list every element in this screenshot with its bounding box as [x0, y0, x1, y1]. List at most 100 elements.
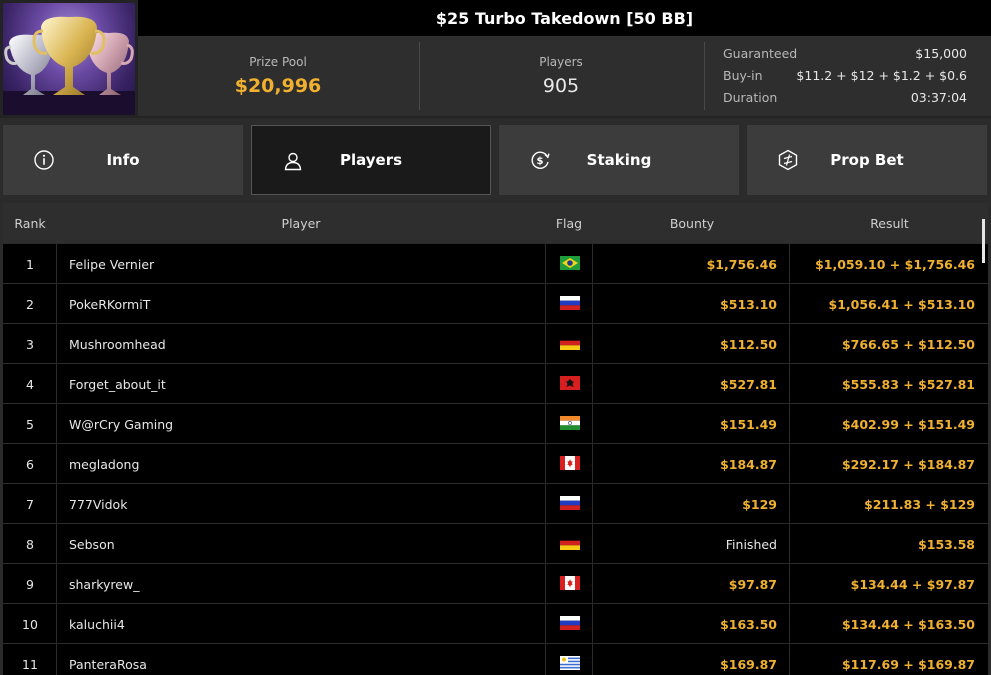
- cell-bounty: $1,756.46: [593, 244, 777, 284]
- cell-result: $402.99 + $151.49: [790, 404, 975, 444]
- cell-player[interactable]: W@rCry Gaming: [69, 404, 539, 444]
- header-bounty[interactable]: Bounty: [593, 203, 791, 243]
- cell-player[interactable]: PokeRKormiT: [69, 284, 539, 324]
- tab-staking[interactable]: $ Staking: [499, 125, 739, 195]
- tab-info-label: Info: [106, 151, 140, 169]
- bounty-value: $527.81: [720, 376, 777, 392]
- players-table: Rank Player Flag Bounty Result 1 Felipe V…: [3, 203, 988, 675]
- flag-icon: [559, 655, 580, 673]
- tab-prop-bet[interactable]: Prop Bet: [747, 125, 987, 195]
- table-row[interactable]: 2 PokeRKormiT $513.10 $1,056.41 + $513.10: [3, 283, 988, 324]
- svg-text:$: $: [537, 156, 544, 167]
- divider: [56, 444, 57, 484]
- result-value: $153.58: [918, 536, 975, 552]
- table-row[interactable]: 11 PanteraRosa $169.87 $117.69 + $169.87: [3, 643, 988, 675]
- table-row[interactable]: 7 777Vidok $129 $211.83 + $129: [3, 483, 988, 524]
- table-row[interactable]: 10 kaluchii4 $163.50 $134.44 + $163.50: [3, 603, 988, 644]
- flag-icon: [559, 575, 580, 593]
- bounty-value: $169.87: [720, 656, 777, 672]
- cell-flag: [546, 524, 593, 564]
- cell-bounty: $169.87: [593, 644, 777, 675]
- header-result[interactable]: Result: [791, 203, 988, 243]
- buy-in-value: $11.2 + $12 + $1.2 + $0.6: [796, 68, 967, 83]
- table-row[interactable]: 1 Felipe Vernier $1,756.46 $1,059.10 + $1,7…: [3, 243, 988, 284]
- result-value: $766.65 + $112.50: [841, 336, 975, 352]
- cell-player[interactable]: kaluchii4: [69, 604, 539, 644]
- flag-icon: [559, 295, 580, 313]
- bounty-value: $129: [742, 496, 777, 512]
- user-icon: [284, 152, 302, 171]
- header-flag[interactable]: Flag: [545, 203, 593, 243]
- bounty-value: $112.50: [720, 336, 777, 352]
- result-value: $134.44 + $97.87: [850, 576, 975, 592]
- buy-in-row: Buy-in $11.2 + $12 + $1.2 + $0.6: [723, 68, 967, 83]
- info-icon: [34, 150, 54, 170]
- cell-bounty: $151.49: [593, 404, 777, 444]
- flag-icon: [559, 535, 580, 553]
- cell-bounty: $513.10: [593, 284, 777, 324]
- players-value: 905: [542, 75, 580, 97]
- table-row[interactable]: 8 Sebson Finished $153.58: [3, 523, 988, 564]
- cell-result: $134.44 + $97.87: [790, 564, 975, 604]
- flag-icon: [559, 615, 580, 633]
- cell-rank: 9: [26, 576, 34, 592]
- cell-flag: [546, 364, 593, 404]
- cell-player[interactable]: Mushroomhead: [69, 324, 539, 364]
- cell-result: $1,056.41 + $513.10: [790, 284, 976, 324]
- header-player[interactable]: Player: [57, 203, 545, 243]
- cell-rank: 4: [26, 376, 34, 392]
- tournament-header: $25 Turbo Takedown [50 BB] Prize Pool $2…: [0, 0, 991, 118]
- tab-players[interactable]: Players: [251, 125, 491, 195]
- header-rank[interactable]: Rank: [3, 203, 57, 243]
- tab-staking-label: Staking: [586, 151, 652, 169]
- dollar-refresh-icon: $: [531, 151, 550, 169]
- cell-player[interactable]: Sebson: [69, 524, 539, 564]
- flag-icon: [559, 375, 580, 393]
- cell-rank: 7: [26, 496, 34, 512]
- divider: [56, 484, 57, 524]
- tournament-title: $25 Turbo Takedown [50 BB]: [138, 0, 991, 36]
- cell-result: $153.58: [790, 524, 975, 564]
- players-stat: Players 905: [420, 36, 702, 116]
- cell-result: $211.83 + $129: [790, 484, 975, 524]
- table-row[interactable]: 5 W@rCry Gaming $151.49 $402.99 + $151.49: [3, 403, 988, 444]
- divider: [56, 324, 57, 364]
- cell-player[interactable]: sharkyrew_: [69, 564, 539, 604]
- cell-rank: 5: [26, 416, 34, 432]
- cell-result: $292.17 + $184.87: [790, 444, 975, 484]
- divider: [56, 244, 57, 284]
- cell-rank: 2: [26, 296, 34, 312]
- bounty-value: $163.50: [720, 616, 777, 632]
- table-scrollbar[interactable]: [982, 219, 985, 263]
- cell-result: $1,059.10 + $1,756.46: [790, 244, 975, 284]
- cell-bounty: $527.81: [593, 364, 777, 404]
- flag-icon: [559, 455, 580, 473]
- tab-info[interactable]: Info: [3, 125, 243, 195]
- cell-rank: 6: [26, 456, 34, 472]
- bounty-value: $97.87: [728, 576, 777, 592]
- table-row[interactable]: 9 sharkyrew_ $97.87 $134.44 + $97.87: [3, 563, 988, 604]
- cell-player[interactable]: PanteraRosa: [69, 644, 539, 675]
- cell-player[interactable]: 777Vidok: [69, 484, 539, 524]
- tab-players-label: Players: [339, 151, 403, 169]
- guaranteed-row: Guaranteed $15,000: [723, 46, 967, 61]
- cell-player[interactable]: Forget_about_it: [69, 364, 539, 404]
- guaranteed-label: Guaranteed: [723, 46, 798, 61]
- cell-flag: [546, 604, 593, 644]
- table-row[interactable]: 4 Forget_about_it $527.81 $555.83 + $527.81: [3, 363, 988, 404]
- cell-player[interactable]: Felipe Vernier: [69, 244, 539, 284]
- cell-bounty: $184.87: [593, 444, 777, 484]
- cell-bounty: Finished: [593, 524, 777, 564]
- cell-rank: 11: [22, 656, 38, 672]
- divider: [56, 284, 57, 324]
- tournament-stats: Prize Pool $20,996 Players 905 Guarantee…: [138, 36, 991, 116]
- divider: [56, 404, 57, 444]
- cell-player[interactable]: megladong: [69, 444, 539, 484]
- cell-rank: 1: [26, 256, 34, 272]
- result-value: $555.83 + $527.81: [841, 376, 975, 392]
- divider: [56, 364, 57, 404]
- duration-value: 03:37:04: [910, 90, 967, 105]
- table-row[interactable]: 3 Mushroomhead $112.50 $766.65 + $112.50: [3, 323, 988, 364]
- divider: [704, 42, 705, 110]
- table-row[interactable]: 6 megladong $184.87 $292.17 + $184.87: [3, 443, 988, 484]
